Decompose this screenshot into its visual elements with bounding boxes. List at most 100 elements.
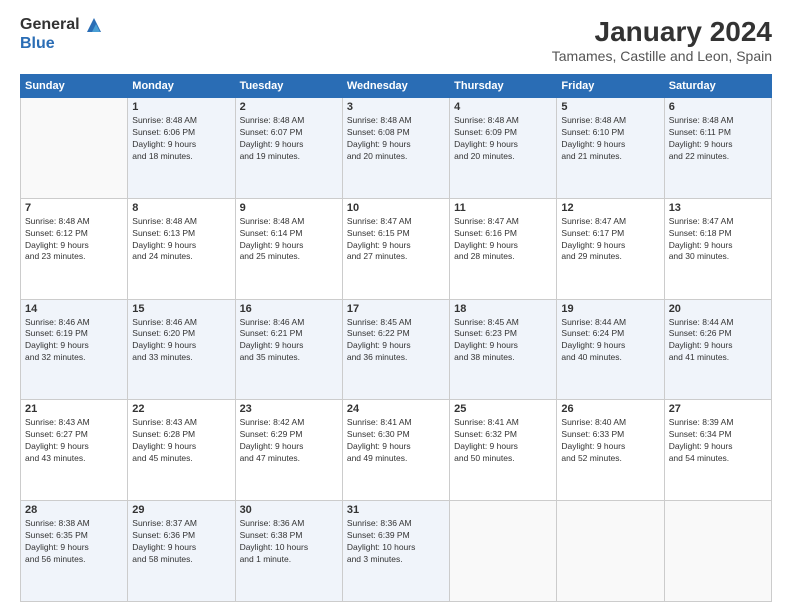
day-info: Sunrise: 8:47 AM Sunset: 6:18 PM Dayligh… <box>669 216 767 264</box>
day-number: 30 <box>240 504 338 516</box>
day-number: 31 <box>347 504 445 516</box>
day-number: 29 <box>132 504 230 516</box>
title-block: January 2024 Tamames, Castille and Leon,… <box>552 16 772 64</box>
day-number: 22 <box>132 403 230 415</box>
day-of-week-header: Friday <box>557 75 664 98</box>
day-number: 17 <box>347 303 445 315</box>
day-info: Sunrise: 8:48 AM Sunset: 6:10 PM Dayligh… <box>561 115 659 163</box>
calendar-week-row: 7Sunrise: 8:48 AM Sunset: 6:12 PM Daylig… <box>21 198 772 299</box>
day-number: 19 <box>561 303 659 315</box>
day-info: Sunrise: 8:46 AM Sunset: 6:19 PM Dayligh… <box>25 317 123 365</box>
day-info: Sunrise: 8:43 AM Sunset: 6:28 PM Dayligh… <box>132 417 230 465</box>
calendar-day-cell: 18 Sunrise: 8:45 AM Sunset: 6:23 PM Dayli… <box>450 299 557 400</box>
calendar-day-cell: 17 Sunrise: 8:45 AM Sunset: 6:22 PM Dayli… <box>342 299 449 400</box>
day-info: Sunrise: 8:36 AM Sunset: 6:39 PM Dayligh… <box>347 518 445 566</box>
day-number: 2 <box>240 101 338 113</box>
calendar-day-cell <box>450 501 557 602</box>
calendar-day-cell: 1Sunrise: 8:48 AM Sunset: 6:06 PM Daylig… <box>128 98 235 199</box>
day-info: Sunrise: 8:46 AM Sunset: 6:20 PM Dayligh… <box>132 317 230 365</box>
day-number: 27 <box>669 403 767 415</box>
calendar-day-cell: 16Sunrise: 8:46 AM Sunset: 6:21 PM Dayli… <box>235 299 342 400</box>
calendar-day-cell: 2 Sunrise: 8:48 AM Sunset: 6:07 PM Daylig… <box>235 98 342 199</box>
day-of-week-header: Saturday <box>664 75 771 98</box>
day-number: 15 <box>132 303 230 315</box>
calendar-day-cell: 7Sunrise: 8:48 AM Sunset: 6:12 PM Daylig… <box>21 198 128 299</box>
calendar-day-cell: 4 Sunrise: 8:48 AM Sunset: 6:09 PM Daylig… <box>450 98 557 199</box>
day-number: 26 <box>561 403 659 415</box>
day-info: Sunrise: 8:48 AM Sunset: 6:11 PM Dayligh… <box>669 115 767 163</box>
calendar-day-cell: 10 Sunrise: 8:47 AM Sunset: 6:15 PM Dayli… <box>342 198 449 299</box>
day-of-week-header: Sunday <box>21 75 128 98</box>
logo: General Blue <box>20 16 103 53</box>
logo-blue: Blue <box>20 35 103 53</box>
day-info: Sunrise: 8:37 AM Sunset: 6:36 PM Dayligh… <box>132 518 230 566</box>
calendar-day-cell: 28 Sunrise: 8:38 AM Sunset: 6:35 PM Dayli… <box>21 501 128 602</box>
day-number: 25 <box>454 403 552 415</box>
day-info: Sunrise: 8:48 AM Sunset: 6:09 PM Dayligh… <box>454 115 552 163</box>
calendar-header-row: SundayMondayTuesdayWednesdayThursdayFrid… <box>21 75 772 98</box>
day-number: 6 <box>669 101 767 113</box>
calendar-day-cell: 27 Sunrise: 8:39 AM Sunset: 6:34 PM Dayli… <box>664 400 771 501</box>
day-info: Sunrise: 8:48 AM Sunset: 6:14 PM Dayligh… <box>240 216 338 264</box>
day-number: 16 <box>240 303 338 315</box>
calendar-day-cell: 3 Sunrise: 8:48 AM Sunset: 6:08 PM Daylig… <box>342 98 449 199</box>
page: General Blue January 2024 Tamames, Casti… <box>0 0 792 612</box>
day-info: Sunrise: 8:45 AM Sunset: 6:22 PM Dayligh… <box>347 317 445 365</box>
day-info: Sunrise: 8:41 AM Sunset: 6:32 PM Dayligh… <box>454 417 552 465</box>
calendar-week-row: 14 Sunrise: 8:46 AM Sunset: 6:19 PM Dayli… <box>21 299 772 400</box>
day-number: 3 <box>347 101 445 113</box>
calendar-day-cell: 31 Sunrise: 8:36 AM Sunset: 6:39 PM Dayli… <box>342 501 449 602</box>
calendar-day-cell: 29 Sunrise: 8:37 AM Sunset: 6:36 PM Dayli… <box>128 501 235 602</box>
calendar-week-row: 21Sunrise: 8:43 AM Sunset: 6:27 PM Dayli… <box>21 400 772 501</box>
day-info: Sunrise: 8:38 AM Sunset: 6:35 PM Dayligh… <box>25 518 123 566</box>
day-info: Sunrise: 8:48 AM Sunset: 6:08 PM Dayligh… <box>347 115 445 163</box>
calendar-day-cell <box>664 501 771 602</box>
day-info: Sunrise: 8:47 AM Sunset: 6:16 PM Dayligh… <box>454 216 552 264</box>
day-info: Sunrise: 8:48 AM Sunset: 6:12 PM Dayligh… <box>25 216 123 264</box>
day-of-week-header: Tuesday <box>235 75 342 98</box>
page-subtitle: Tamames, Castille and Leon, Spain <box>552 48 772 64</box>
day-number: 28 <box>25 504 123 516</box>
calendar-day-cell: 24 Sunrise: 8:41 AM Sunset: 6:30 PM Dayli… <box>342 400 449 501</box>
calendar-day-cell: 22 Sunrise: 8:43 AM Sunset: 6:28 PM Dayli… <box>128 400 235 501</box>
calendar-day-cell: 5 Sunrise: 8:48 AM Sunset: 6:10 PM Daylig… <box>557 98 664 199</box>
day-info: Sunrise: 8:41 AM Sunset: 6:30 PM Dayligh… <box>347 417 445 465</box>
calendar-day-cell: 14 Sunrise: 8:46 AM Sunset: 6:19 PM Dayli… <box>21 299 128 400</box>
day-info: Sunrise: 8:40 AM Sunset: 6:33 PM Dayligh… <box>561 417 659 465</box>
logo-general: General <box>20 16 103 35</box>
calendar-day-cell: 20Sunrise: 8:44 AM Sunset: 6:26 PM Dayli… <box>664 299 771 400</box>
day-info: Sunrise: 8:48 AM Sunset: 6:06 PM Dayligh… <box>132 115 230 163</box>
day-number: 10 <box>347 202 445 214</box>
calendar-day-cell: 15 Sunrise: 8:46 AM Sunset: 6:20 PM Dayli… <box>128 299 235 400</box>
day-of-week-header: Wednesday <box>342 75 449 98</box>
calendar-day-cell: 6 Sunrise: 8:48 AM Sunset: 6:11 PM Daylig… <box>664 98 771 199</box>
day-number: 13 <box>669 202 767 214</box>
day-info: Sunrise: 8:44 AM Sunset: 6:24 PM Dayligh… <box>561 317 659 365</box>
calendar-week-row: 1Sunrise: 8:48 AM Sunset: 6:06 PM Daylig… <box>21 98 772 199</box>
calendar-table: SundayMondayTuesdayWednesdayThursdayFrid… <box>20 74 772 602</box>
day-info: Sunrise: 8:48 AM Sunset: 6:13 PM Dayligh… <box>132 216 230 264</box>
calendar-day-cell: 25 Sunrise: 8:41 AM Sunset: 6:32 PM Dayli… <box>450 400 557 501</box>
day-info: Sunrise: 8:39 AM Sunset: 6:34 PM Dayligh… <box>669 417 767 465</box>
day-number: 24 <box>347 403 445 415</box>
day-of-week-header: Monday <box>128 75 235 98</box>
calendar-day-cell <box>21 98 128 199</box>
calendar-day-cell <box>557 501 664 602</box>
day-info: Sunrise: 8:48 AM Sunset: 6:07 PM Dayligh… <box>240 115 338 163</box>
day-info: Sunrise: 8:36 AM Sunset: 6:38 PM Dayligh… <box>240 518 338 566</box>
calendar-day-cell: 8 Sunrise: 8:48 AM Sunset: 6:13 PM Daylig… <box>128 198 235 299</box>
calendar-day-cell: 9 Sunrise: 8:48 AM Sunset: 6:14 PM Daylig… <box>235 198 342 299</box>
page-title: January 2024 <box>552 16 772 48</box>
day-number: 8 <box>132 202 230 214</box>
day-number: 11 <box>454 202 552 214</box>
day-number: 18 <box>454 303 552 315</box>
day-number: 14 <box>25 303 123 315</box>
day-info: Sunrise: 8:45 AM Sunset: 6:23 PM Dayligh… <box>454 317 552 365</box>
day-number: 9 <box>240 202 338 214</box>
calendar-day-cell: 23Sunrise: 8:42 AM Sunset: 6:29 PM Dayli… <box>235 400 342 501</box>
day-number: 4 <box>454 101 552 113</box>
day-number: 12 <box>561 202 659 214</box>
day-info: Sunrise: 8:44 AM Sunset: 6:26 PM Dayligh… <box>669 317 767 365</box>
day-number: 5 <box>561 101 659 113</box>
day-info: Sunrise: 8:47 AM Sunset: 6:15 PM Dayligh… <box>347 216 445 264</box>
